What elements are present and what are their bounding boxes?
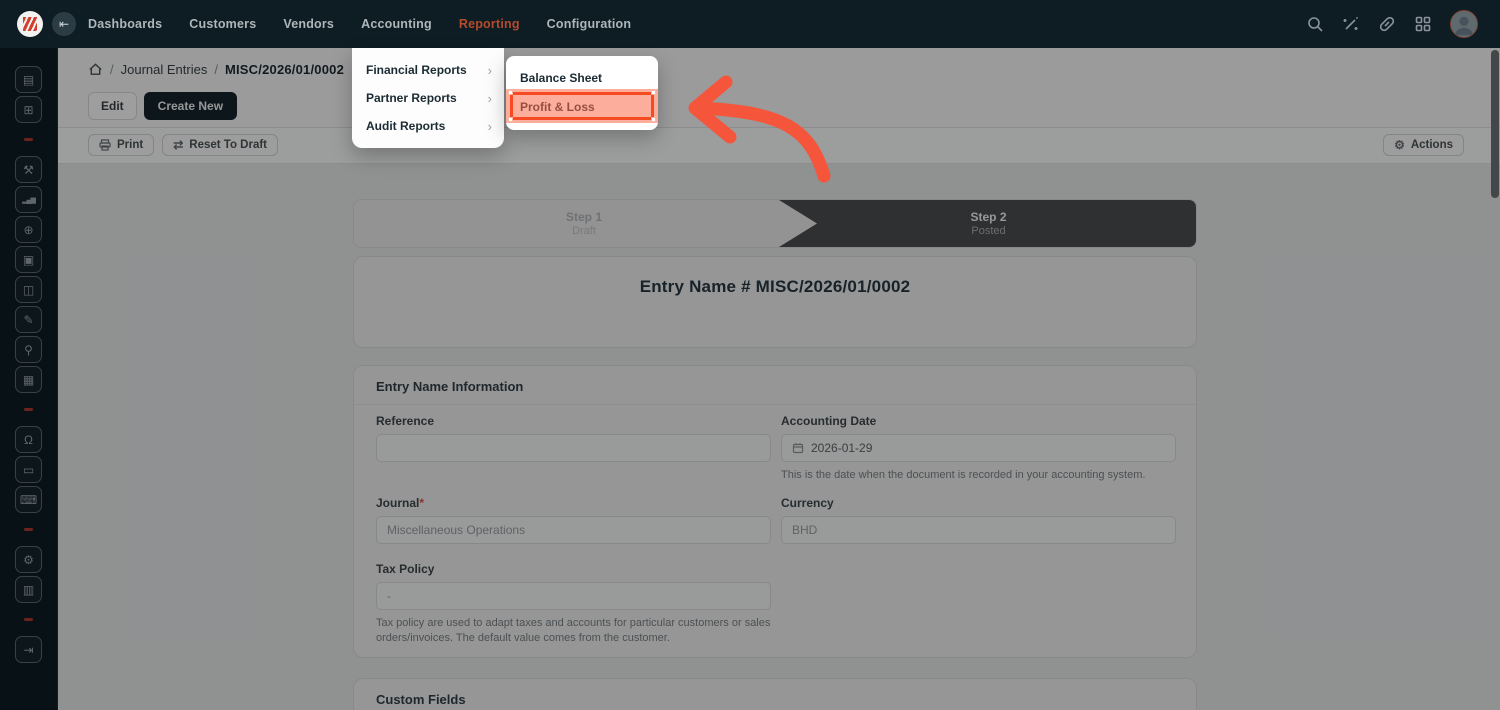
user-avatar[interactable]	[1450, 10, 1478, 38]
tax-policy-input[interactable]: -	[376, 582, 771, 610]
pen-icon[interactable]: ✎	[15, 306, 42, 333]
apps-grid-icon[interactable]	[1414, 15, 1432, 33]
journal-label: Journal*	[376, 496, 771, 510]
divider	[354, 404, 1196, 405]
top-navbar: ⇤ Dashboards Customers Vendors Accountin…	[0, 0, 1500, 48]
annotation-handle	[508, 90, 513, 95]
main-nav: Dashboards Customers Vendors Accounting …	[88, 17, 631, 31]
entry-title: Entry Name # MISC/2026/01/0002	[354, 277, 1196, 297]
add-box-icon[interactable]: ⊕	[15, 216, 42, 243]
print-button[interactable]: Print	[88, 134, 154, 156]
settings-icon[interactable]: ⚙	[15, 546, 42, 573]
nav-accounting[interactable]: Accounting	[361, 17, 432, 31]
clipboard-icon[interactable]: ▣	[15, 246, 42, 273]
breadcrumb-section[interactable]: Journal Entries	[121, 62, 208, 77]
annotation-handle	[651, 117, 656, 122]
accounting-date-input[interactable]: 2026-01-29	[781, 434, 1176, 462]
header-actions	[1306, 0, 1500, 48]
breadcrumb-record: MISC/2026/01/0002	[225, 62, 344, 77]
services-icon[interactable]: ⚒	[15, 156, 42, 183]
step-posted[interactable]: Step 2 Posted	[779, 200, 1197, 247]
entry-info-card: Entry Name Information Reference Account…	[353, 365, 1197, 658]
reports-chart-icon[interactable]: ▂▄▆	[15, 186, 42, 213]
accounting-date-helper: This is the date when the document is re…	[781, 468, 1176, 483]
chevron-right-icon: ›	[488, 91, 492, 106]
chevron-right-icon: ›	[488, 119, 492, 134]
breadcrumb: / Journal Entries / MISC/2026/01/0002	[88, 62, 344, 77]
required-asterisk: *	[419, 496, 424, 510]
nav-dashboards[interactable]: Dashboards	[88, 17, 162, 31]
printer-icon	[99, 139, 111, 151]
tax-policy-label: Tax Policy	[376, 562, 771, 576]
status-stepper: Step 1 Draft Step 2 Posted	[353, 199, 1197, 248]
custom-fields-heading: Custom Fields	[376, 692, 466, 707]
menu-partner-reports[interactable]: Partner Reports ›	[352, 84, 504, 112]
menu-audit-reports[interactable]: Audit Reports ›	[352, 112, 504, 140]
reporting-dropdown: Financial Reports › Partner Reports › Au…	[352, 48, 504, 148]
invoices-icon[interactable]: ▤	[15, 66, 42, 93]
sidebar-divider	[57, 0, 58, 710]
logout-icon[interactable]: ⇥	[15, 636, 42, 663]
step-draft[interactable]: Step 1 Draft	[354, 200, 814, 247]
sidebar-separator	[15, 516, 42, 543]
calendar-icon[interactable]: ▦	[15, 366, 42, 393]
documents-icon[interactable]: ▭	[15, 456, 42, 483]
annotation-highlight-border	[510, 92, 654, 120]
journal-input[interactable]: Miscellaneous Operations	[376, 516, 771, 544]
sidebar-collapse-button[interactable]: ⇤	[52, 12, 76, 36]
sidebar-separator	[15, 396, 42, 423]
menu-balance-sheet[interactable]: Balance Sheet	[506, 64, 658, 92]
home-icon[interactable]	[88, 62, 103, 77]
devices-icon[interactable]: ⌨	[15, 486, 42, 513]
annotation-handle	[508, 117, 513, 122]
sidebar-separator	[15, 606, 42, 633]
tasks-icon[interactable]: ▥	[15, 576, 42, 603]
calendar-icon	[792, 442, 804, 454]
entry-title-card: Entry Name # MISC/2026/01/0002	[353, 256, 1197, 348]
menu-financial-reports[interactable]: Financial Reports ›	[352, 56, 504, 84]
chevron-right-icon: ›	[488, 63, 492, 78]
magic-wand-icon[interactable]	[1342, 15, 1360, 33]
calculator-icon[interactable]: ⊞	[15, 96, 42, 123]
create-new-button[interactable]: Create New	[144, 92, 237, 120]
actions-button[interactable]: ⚙ Actions	[1383, 134, 1464, 156]
currency-input[interactable]: BHD	[781, 516, 1176, 544]
logo-icon	[23, 17, 37, 31]
control-panel: / Journal Entries / MISC/2026/01/0002 Ed…	[58, 48, 1500, 128]
nav-configuration[interactable]: Configuration	[547, 17, 632, 31]
reset-to-draft-button[interactable]: ⇄ Reset To Draft	[162, 134, 278, 156]
app-logo[interactable]	[17, 11, 43, 37]
nav-vendors[interactable]: Vendors	[283, 17, 334, 31]
vertical-scrollbar[interactable]	[1491, 50, 1499, 198]
annotation-handle	[651, 90, 656, 95]
audit-search-icon[interactable]: ⚲	[15, 336, 42, 363]
edit-button[interactable]: Edit	[88, 92, 137, 120]
nav-reporting[interactable]: Reporting	[459, 17, 520, 31]
section-heading: Entry Name Information	[376, 379, 523, 394]
reference-input[interactable]	[376, 434, 771, 462]
inventory-icon[interactable]: ◫	[15, 276, 42, 303]
nav-customers[interactable]: Customers	[189, 17, 256, 31]
main-content: / Journal Entries / MISC/2026/01/0002 Ed…	[58, 48, 1500, 710]
sidebar-separator	[15, 126, 42, 153]
search-icon[interactable]	[1306, 15, 1324, 33]
tag-icon[interactable]	[1378, 15, 1396, 33]
reference-label: Reference	[376, 414, 771, 428]
support-icon[interactable]: Ω	[15, 426, 42, 453]
currency-label: Currency	[781, 496, 1176, 510]
accounting-date-label: Accounting Date	[781, 414, 1176, 428]
collapse-icon: ⇤	[59, 17, 69, 31]
gear-icon: ⚙	[1394, 139, 1405, 151]
tax-policy-helper: Tax policy are used to adapt taxes and a…	[376, 616, 771, 646]
left-icon-sidebar: ▤ ⊞ ⚒ ▂▄▆ ⊕ ▣ ◫ ✎ ⚲ ▦ Ω ▭ ⌨ ⚙ ▥ ⇥	[0, 48, 57, 710]
reset-icon: ⇄	[173, 139, 183, 151]
custom-fields-card: Custom Fields	[353, 678, 1197, 710]
